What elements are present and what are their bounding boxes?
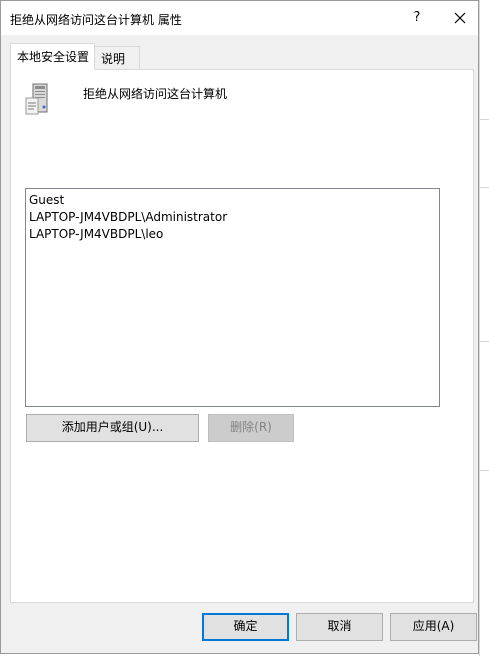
policy-name: 拒绝从网络访问这台计算机 — [83, 87, 228, 101]
background-window-edge — [479, 0, 489, 656]
add-user-or-group-button[interactable]: 添加用户或组(U)... — [26, 414, 199, 442]
cancel-button[interactable]: 取消 — [296, 613, 383, 641]
help-button[interactable]: ? — [401, 5, 433, 31]
remove-button[interactable]: 删除(R) — [208, 414, 294, 442]
list-item[interactable]: LAPTOP-JM4VBDPL\leo — [29, 226, 439, 243]
ok-button[interactable]: 确定 — [202, 613, 289, 641]
background-divider — [480, 470, 489, 471]
title-bar: 拒绝从网络访问这台计算机 属性 ? — [1, 1, 478, 35]
list-item[interactable]: Guest — [29, 192, 439, 209]
background-divider — [480, 187, 489, 188]
background-divider — [480, 119, 489, 120]
tab-local-security-setting[interactable]: 本地安全设置 — [10, 43, 95, 70]
list-item[interactable]: LAPTOP-JM4VBDPL\Administrator — [29, 209, 439, 226]
apply-button[interactable]: 应用(A) — [390, 613, 477, 641]
window-title: 拒绝从网络访问这台计算机 属性 — [10, 13, 182, 27]
server-policy-icon — [24, 83, 56, 120]
close-icon — [454, 12, 466, 24]
tab-explain[interactable]: 说明 — [95, 46, 140, 69]
account-list[interactable]: Guest LAPTOP-JM4VBDPL\Administrator LAPT… — [25, 188, 440, 407]
close-button[interactable] — [443, 5, 477, 31]
background-divider — [480, 341, 489, 342]
